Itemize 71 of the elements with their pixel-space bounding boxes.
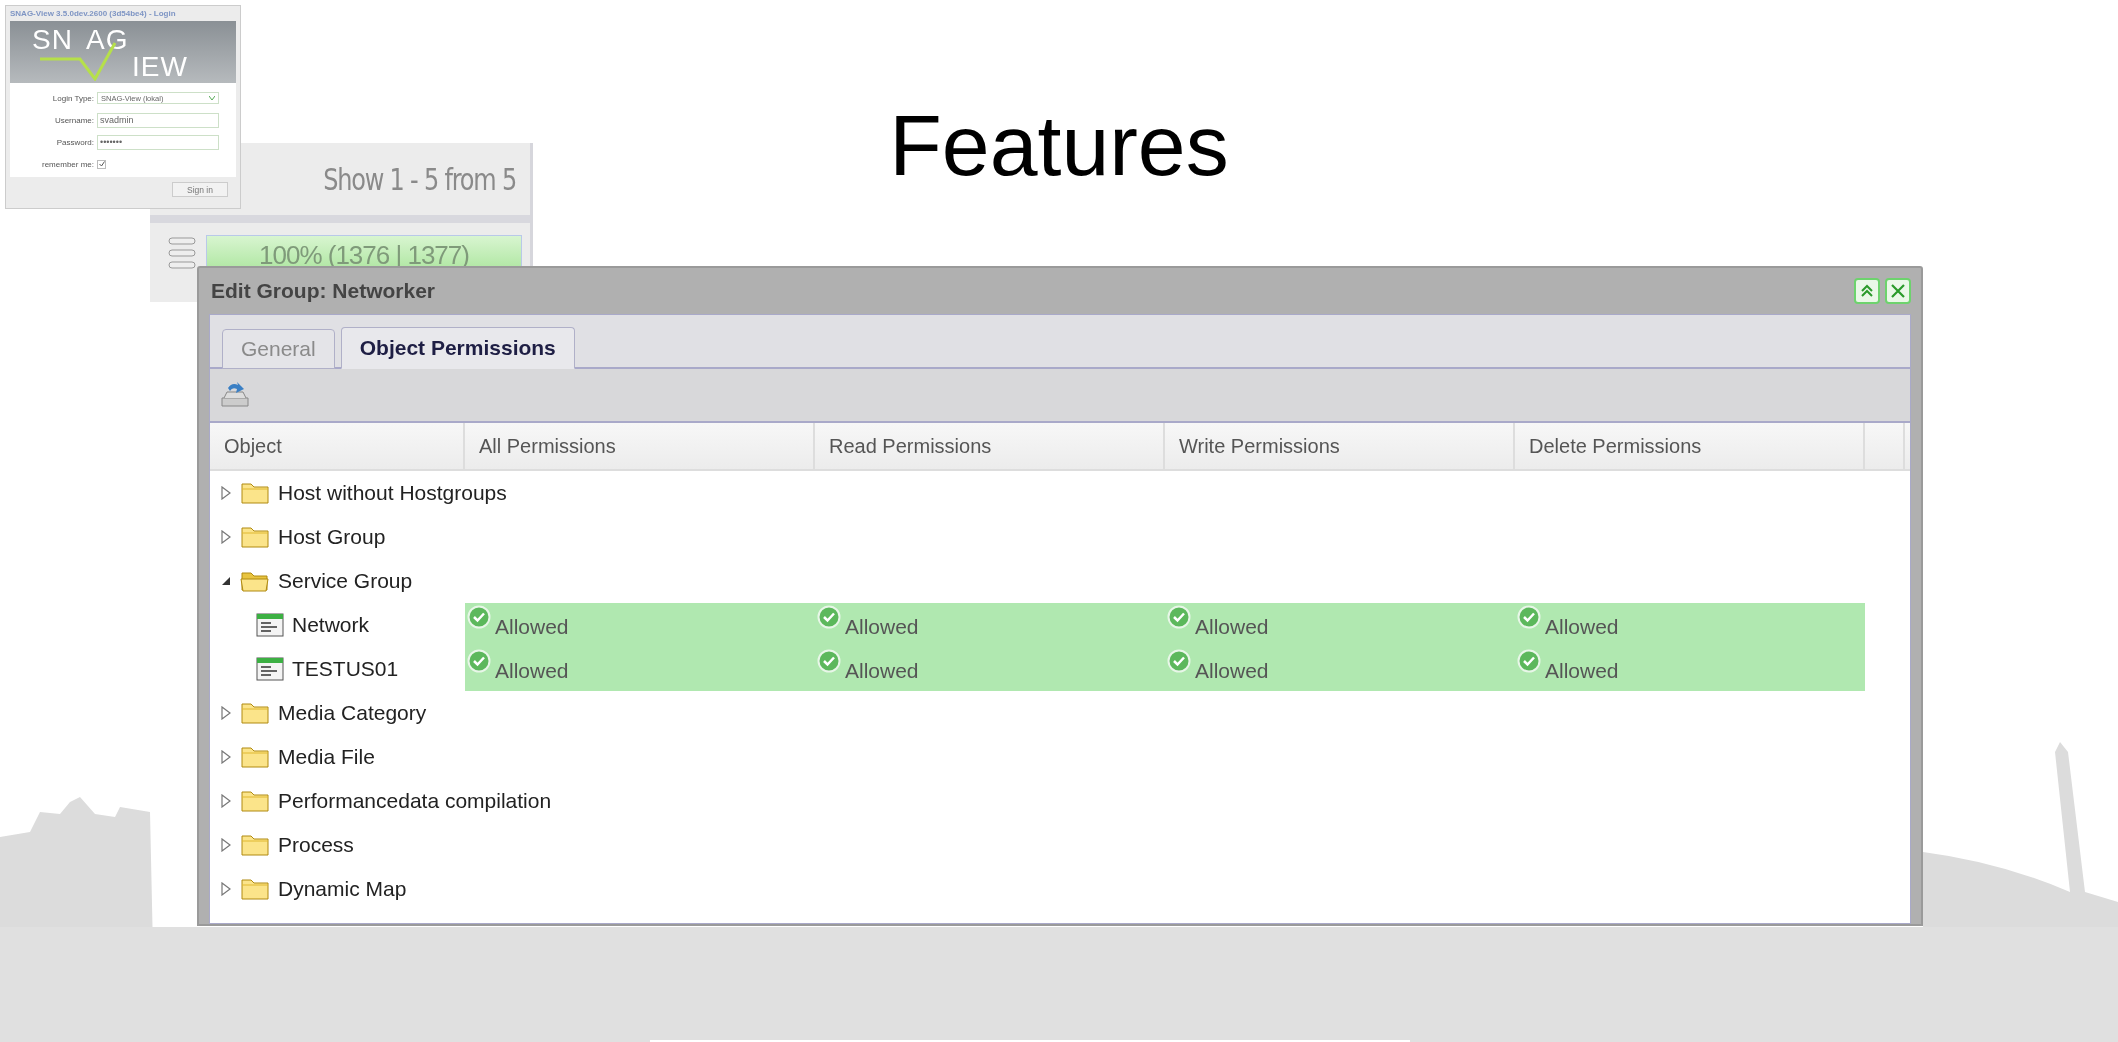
input-field[interactable]: svadmin bbox=[97, 112, 219, 128]
collapse-button[interactable] bbox=[1854, 278, 1880, 304]
close-button[interactable] bbox=[1885, 278, 1911, 304]
dialog-title: Edit Group: Networker bbox=[211, 279, 436, 303]
results-summary: Show 1 - 5 from 5 bbox=[323, 161, 516, 197]
permission-cell: Allowed bbox=[1515, 647, 1865, 691]
column-header[interactable]: All Permissions bbox=[465, 423, 815, 469]
tree-item-label[interactable]: Media Category bbox=[278, 701, 427, 725]
field-label: Username: bbox=[53, 115, 94, 125]
check-circle-icon bbox=[1517, 649, 1541, 673]
check-circle-icon bbox=[817, 605, 841, 629]
caret-icon bbox=[209, 96, 215, 100]
checkbox[interactable] bbox=[97, 159, 106, 169]
input-field[interactable]: ••••••• bbox=[97, 134, 219, 150]
tree-item-label[interactable]: Host without Hostgroups bbox=[278, 481, 507, 505]
import-button[interactable] bbox=[220, 380, 250, 410]
folder-icon bbox=[240, 525, 270, 549]
check-circle-icon bbox=[467, 605, 491, 629]
collapsed-arrow-icon[interactable] bbox=[220, 706, 232, 720]
permission-cell: Allowed bbox=[1515, 603, 1865, 647]
check-circle-icon bbox=[817, 649, 841, 673]
field-label: Login Type: bbox=[51, 93, 94, 103]
permission-cell: Allowed bbox=[465, 603, 815, 647]
tree-item-label[interactable]: Process bbox=[278, 833, 354, 857]
check-circle-icon bbox=[1517, 605, 1541, 629]
sign-in-button[interactable]: Sign in bbox=[172, 182, 228, 197]
permission-cell: Allowed bbox=[815, 647, 1165, 691]
tray-arrow-icon bbox=[220, 380, 250, 410]
tree-item-label[interactable]: Host Group bbox=[278, 525, 386, 549]
folder-icon bbox=[240, 789, 270, 813]
permission-cell: Allowed bbox=[1165, 603, 1515, 647]
service-icon bbox=[256, 613, 284, 637]
tree-item-label[interactable]: TESTUS01 bbox=[292, 657, 399, 681]
tree-item-label[interactable]: Service Group bbox=[278, 569, 413, 593]
check-circle-icon bbox=[467, 649, 491, 673]
tree-item-label[interactable]: Dynamic Map bbox=[278, 877, 407, 901]
open-folder-icon bbox=[240, 569, 270, 593]
logo-banner: SN AG IEW bbox=[10, 21, 236, 83]
column-header[interactable]: Delete Permissions bbox=[1515, 423, 1865, 469]
expanded-arrow-icon[interactable] bbox=[220, 575, 232, 587]
column-header[interactable]: Read Permissions bbox=[815, 423, 1165, 469]
collapsed-arrow-icon[interactable] bbox=[220, 530, 232, 544]
folder-icon bbox=[240, 481, 270, 505]
permission-cell: Allowed bbox=[465, 647, 815, 691]
column-header[interactable]: Write Permissions bbox=[1165, 423, 1515, 469]
slide-title: Features bbox=[889, 96, 1229, 195]
window-title: SNAG-View 3.5.0dev.2600 (3d54be4) - Login bbox=[10, 9, 177, 18]
tree-item-label[interactable]: Network bbox=[292, 613, 370, 637]
tree-item-label[interactable]: Performancedata compilation bbox=[278, 789, 552, 813]
menu-icon[interactable] bbox=[168, 235, 196, 271]
permission-cell: Allowed bbox=[815, 603, 1165, 647]
field-label: remember me: bbox=[41, 159, 94, 169]
close-icon bbox=[1891, 284, 1905, 298]
collapsed-arrow-icon[interactable] bbox=[220, 486, 232, 500]
folder-icon bbox=[240, 745, 270, 769]
column-header[interactable]: Object bbox=[210, 423, 465, 469]
service-icon bbox=[256, 657, 284, 681]
collapsed-arrow-icon[interactable] bbox=[220, 794, 232, 808]
double-chevron-up-icon bbox=[1860, 284, 1874, 298]
folder-icon bbox=[240, 701, 270, 725]
permission-cell: Allowed bbox=[1165, 647, 1515, 691]
field-label: Password: bbox=[55, 137, 94, 147]
check-circle-icon bbox=[1167, 649, 1191, 673]
folder-icon bbox=[240, 877, 270, 901]
tree-item-label[interactable]: Media File bbox=[278, 745, 375, 769]
tab[interactable]: Object Permissions bbox=[340, 327, 575, 369]
folder-icon bbox=[240, 833, 270, 857]
collapsed-arrow-icon[interactable] bbox=[220, 750, 232, 764]
check-circle-icon bbox=[1167, 605, 1191, 629]
collapsed-arrow-icon[interactable] bbox=[220, 882, 232, 896]
collapsed-arrow-icon[interactable] bbox=[220, 838, 232, 852]
